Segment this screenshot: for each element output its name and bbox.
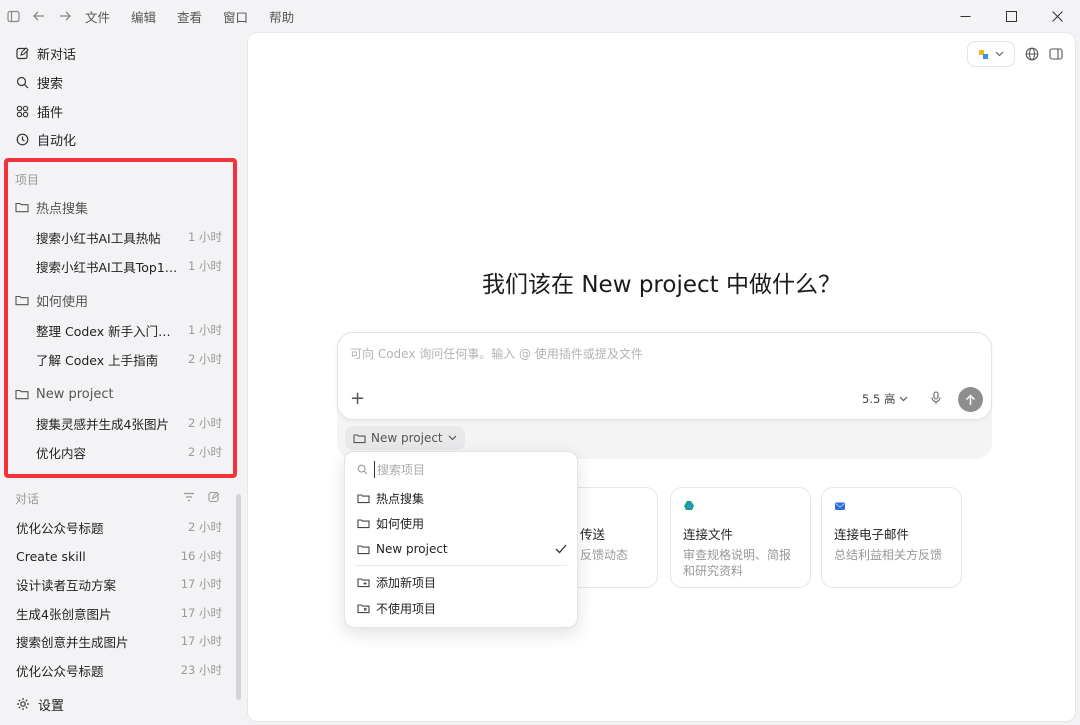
send-button[interactable]	[958, 387, 983, 412]
sidebar-scrollbar[interactable]	[236, 494, 241, 700]
no-project-button[interactable]: 不使用项目	[357, 598, 567, 618]
sidebar-toggle-icon[interactable]	[5, 8, 21, 24]
automation-button[interactable]: 自动化	[14, 128, 76, 150]
thread-item[interactable]: 优化内容 2 小时	[36, 442, 222, 462]
chevron-down-icon	[995, 51, 1004, 57]
dropdown-project-item[interactable]: 热点搜集	[357, 488, 567, 508]
search-button[interactable]: 搜索	[14, 71, 63, 93]
thread-item[interactable]: 搜索小红书AI工具热帖 1 小时	[36, 227, 222, 247]
suggestion-card-email[interactable]: 连接电子邮件 总结利益相关方反馈	[821, 487, 962, 588]
panel-toggle-icon[interactable]	[1049, 47, 1063, 61]
window-controls	[942, 0, 1080, 32]
gear-icon	[15, 696, 31, 712]
thread-item[interactable]: 了解 Codex 上手指南 2 小时	[36, 349, 222, 369]
project-search[interactable]: 搜索项目	[357, 461, 425, 478]
project-dropdown: 搜索项目 热点搜集 如何使用 New project 添加新项目 不使用项目	[344, 451, 578, 628]
conversation-item[interactable]: 设计读者互动方案 17 小时	[16, 574, 222, 594]
sidebar: 新对话 搜索 插件 自动化 项目 热点搜集 搜索小红书AI工具热帖 1 小时 搜…	[0, 32, 247, 725]
thread-item[interactable]: 搜索小红书AI工具Top10... 1 小时	[36, 256, 222, 276]
project-selector[interactable]: New project	[345, 426, 465, 450]
folder-plus-icon	[357, 577, 370, 588]
search-icon	[14, 74, 30, 90]
checkmark-icon	[555, 544, 567, 554]
conversation-item[interactable]: 搜索创意并生成图片 17 小时	[16, 631, 222, 651]
mail-icon	[834, 500, 848, 514]
project-search-input[interactable]: 搜索项目	[374, 461, 425, 478]
menu-view[interactable]: 查看	[177, 7, 202, 26]
filter-icon[interactable]	[183, 492, 195, 502]
suggestion-card-files[interactable]: 连接文件 审查规格说明、简报和研究资料	[670, 487, 811, 588]
conversations-section-label: 对话	[15, 492, 40, 506]
environment-icon	[978, 49, 989, 60]
chevron-down-icon	[448, 435, 457, 441]
menu-file[interactable]: 文件	[85, 7, 110, 26]
conversation-item[interactable]: 生成4张创意图片 17 小时	[16, 603, 222, 623]
plugins-button[interactable]: 插件	[14, 100, 63, 122]
close-icon[interactable]	[1034, 0, 1080, 32]
microphone-icon[interactable]	[930, 391, 942, 405]
plugins-icon	[14, 103, 30, 119]
folder-icon	[14, 199, 30, 215]
top-right-toolbar	[967, 41, 1063, 67]
conversation-item[interactable]: 优化公众号标题 23 小时	[16, 660, 222, 680]
project-folder-3[interactable]: New project	[14, 384, 114, 404]
model-selector[interactable]: 5.5 高	[862, 391, 908, 407]
thread-item[interactable]: 整理 Codex 新手入门指南 1 小时	[36, 320, 222, 340]
search-icon	[357, 464, 368, 475]
page-title: 我们该在 New project 中做什么？	[482, 272, 841, 298]
thread-item[interactable]: 搜集灵感并生成4张图片 2 小时	[36, 413, 222, 433]
maximize-icon[interactable]	[988, 0, 1034, 32]
conversation-item[interactable]: Create skill 16 小时	[16, 546, 222, 566]
add-project-button[interactable]: 添加新项目	[357, 572, 567, 592]
minimize-icon[interactable]	[942, 0, 988, 32]
conversation-item[interactable]: 优化公众号标题 2 小时	[16, 517, 222, 537]
menu-help[interactable]: 帮助	[269, 7, 294, 26]
folder-icon	[357, 493, 370, 504]
environment-selector[interactable]	[967, 41, 1015, 67]
drive-icon	[683, 500, 697, 514]
folder-icon	[14, 292, 30, 308]
dropdown-divider	[355, 565, 567, 566]
menu-edit[interactable]: 编辑	[131, 7, 156, 26]
new-chat-button[interactable]: 新对话	[14, 42, 76, 64]
new-conversation-icon[interactable]	[208, 491, 220, 503]
forward-arrow-icon[interactable]	[57, 8, 73, 24]
composer[interactable]: 可向 Codex 询问任何事。输入 @ 使用插件或提及文件 + 5.5 高	[337, 332, 992, 420]
arrow-up-icon	[965, 393, 976, 406]
prompt-input[interactable]: 可向 Codex 询问任何事。输入 @ 使用插件或提及文件	[350, 345, 643, 362]
folder-icon	[357, 518, 370, 529]
folder-icon	[353, 433, 366, 444]
dropdown-project-item[interactable]: 如何使用	[357, 513, 567, 533]
projects-section-label: 项目	[15, 173, 40, 187]
clock-icon	[14, 131, 30, 147]
title-bar: 文件 编辑 查看 窗口 帮助	[0, 0, 1080, 32]
edit-icon	[14, 45, 30, 61]
add-attachment-icon[interactable]: +	[350, 388, 365, 409]
project-folder-1[interactable]: 热点搜集	[14, 197, 88, 217]
folder-icon	[357, 544, 370, 555]
chevron-down-icon	[899, 396, 908, 402]
dropdown-project-item-selected[interactable]: New project	[357, 539, 567, 559]
composer-container: 可向 Codex 询问任何事。输入 @ 使用插件或提及文件 + 5.5 高 Ne…	[337, 332, 992, 459]
project-folder-2[interactable]: 如何使用	[14, 290, 88, 310]
globe-icon[interactable]	[1025, 47, 1039, 61]
menu-bar: 文件 编辑 查看 窗口 帮助	[85, 7, 315, 26]
folder-off-icon	[357, 603, 370, 614]
back-arrow-icon[interactable]	[31, 8, 47, 24]
folder-icon	[14, 386, 30, 402]
settings-button[interactable]: 设置	[15, 693, 64, 715]
menu-window[interactable]: 窗口	[223, 7, 248, 26]
